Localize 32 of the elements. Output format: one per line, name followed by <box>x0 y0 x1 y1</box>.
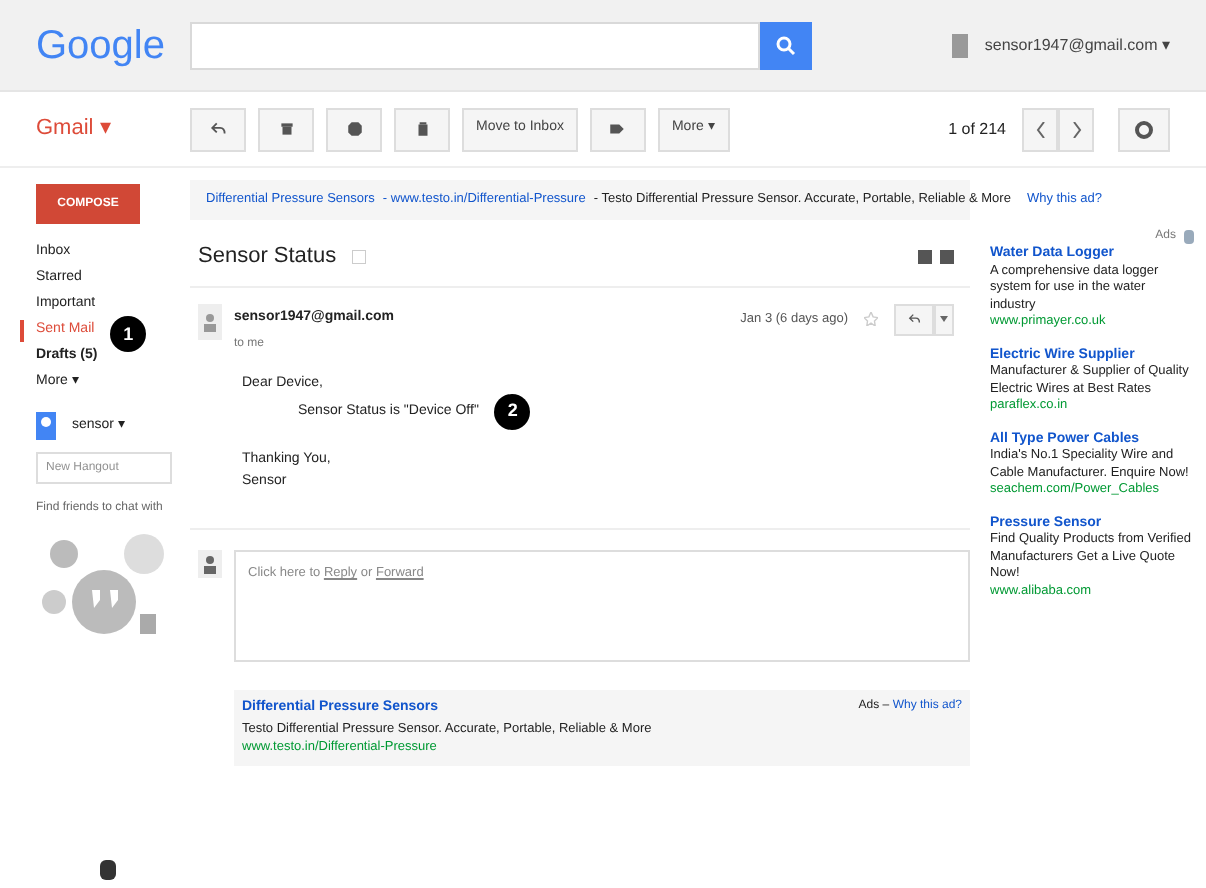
reply-icon <box>907 312 921 326</box>
search-field[interactable] <box>190 21 760 69</box>
search-icon <box>776 35 796 55</box>
gmail-menu[interactable]: Gmail ▾ <box>36 112 190 146</box>
settings-button[interactable] <box>1118 107 1170 151</box>
reply-icon <box>209 120 227 138</box>
search-button[interactable] <box>760 21 812 69</box>
page-counter: 1 of 214 <box>948 117 1006 141</box>
chevron-right-icon <box>1071 121 1081 137</box>
archive-icon <box>277 120 295 138</box>
label-icon <box>352 249 367 264</box>
toolbar-button[interactable] <box>394 107 450 151</box>
settings-icon <box>1134 119 1154 139</box>
subject-title: Sensor Status <box>198 242 337 272</box>
tag-icon <box>608 120 627 138</box>
number-badge: 2 <box>494 394 531 430</box>
octagon-icon <box>345 120 363 138</box>
avatar-icon <box>198 303 222 339</box>
prev-button[interactable] <box>1022 107 1058 151</box>
toolbar-button[interactable] <box>326 107 382 151</box>
chevron-left-icon <box>1035 121 1045 137</box>
toolbar-button[interactable] <box>589 107 646 151</box>
more-button[interactable] <box>934 303 954 335</box>
toolbar-button[interactable] <box>258 107 314 151</box>
star-icon[interactable] <box>864 312 878 326</box>
avatar-icon <box>36 412 56 440</box>
caret-icon <box>940 316 948 322</box>
person-icon <box>198 550 222 578</box>
next-button[interactable] <box>1058 107 1094 151</box>
number-badge: 1 <box>110 316 147 353</box>
trash-icon <box>413 120 431 138</box>
account-menu[interactable]: sensor1947@gmail.com ▾ <box>984 33 1170 57</box>
